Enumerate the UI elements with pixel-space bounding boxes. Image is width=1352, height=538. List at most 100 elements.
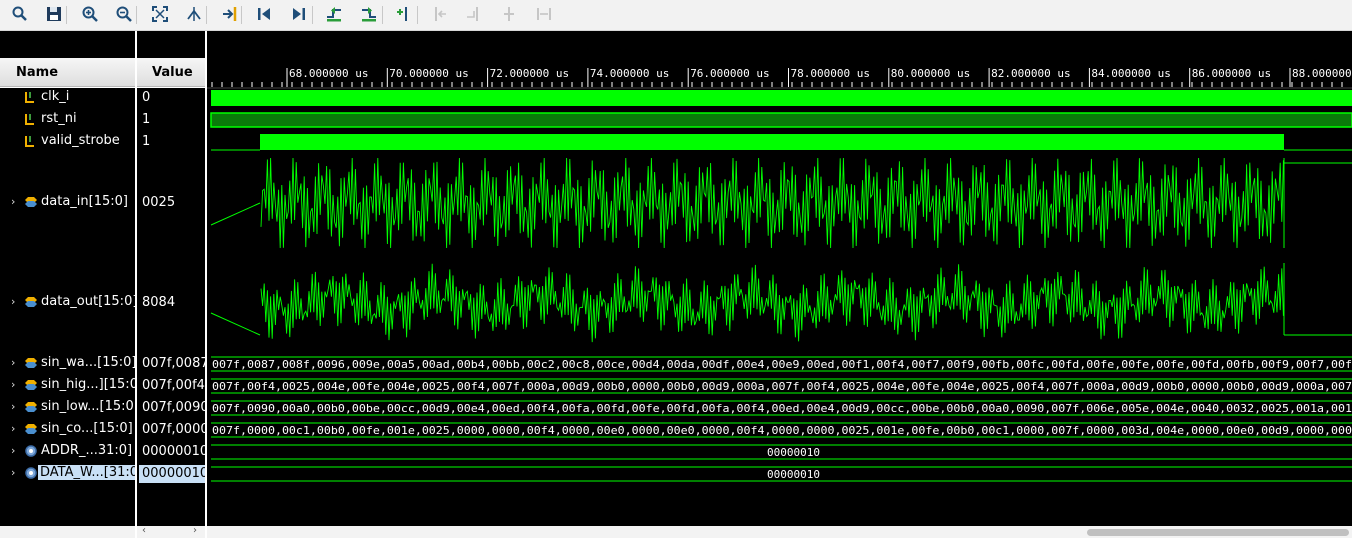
signal-row-8[interactable]: › sin_co...[15:0] [0,421,135,439]
bus-signal-icon [24,422,37,436]
signal-row-2[interactable]: valid_strobe [0,133,135,151]
toolbar-separator [241,6,242,24]
cursor-snap-button[interactable] [182,3,206,25]
timeline-tick-label: 76.000000 us [690,67,769,80]
signal-name: data_in[15:0] [41,194,128,209]
cursor-delta-button[interactable] [532,3,556,25]
go-to-start-icon [258,8,270,20]
next-transition-button[interactable] [357,3,381,25]
signal-name: DATA_W...[31:0 [38,465,141,480]
signal-row-4[interactable]: › data_out[15:0] [0,294,138,312]
signal-name: rst_ni [41,111,77,126]
save-button[interactable] [42,3,66,25]
signal-value: 007f,0090 [142,400,205,415]
timeline-tick-label: 78.000000 us [791,67,870,80]
bus-signal-icon [24,400,37,414]
bit-signal-icon [24,90,36,104]
expand-chevron-icon[interactable]: › [11,295,15,308]
zoom-fit-icon [152,6,168,22]
previous-marker-button[interactable] [427,3,451,25]
zoom-in-icon [82,6,98,22]
next-marker-icon [467,7,478,21]
signal-row-0[interactable]: clk_i [0,89,135,107]
value-panel-header-spacer [137,31,205,58]
expand-chevron-icon[interactable]: › [11,195,15,208]
timeline-tick-label: 88.000000 [1292,67,1352,80]
clk-waveform [211,90,1352,106]
bus-value-text: 007f,00f4,0025,004e,00fe,004e,0025,00f4,… [212,380,1352,393]
param-value-text: 00000010 [767,468,820,481]
scrollbar-thumb[interactable] [1087,529,1349,536]
signal-name: sin_wa...[15:0] [41,355,137,370]
signal-name: sin_co...[15:0] [41,421,133,436]
previous-transition-button[interactable] [322,3,346,25]
signal-value: 007f,0087 [142,356,205,371]
rst-waveform [210,112,1352,128]
signal-row-9[interactable]: › ADDR_...31:0] [0,443,135,461]
zoom-out-icon [116,6,132,22]
waveform-horizontal-scrollbar[interactable] [207,526,1352,538]
waveform-svg[interactable]: 68.000000 us 70.000000 us 72.000000 us 74.0… [207,31,1352,526]
signal-value-list: 0 1 1 0025 8084 007f,0087 007f,00f4, 007f,0090 0… [137,88,205,526]
next-transition-icon [362,7,376,22]
data-out-ramp [210,312,261,336]
signal-value: 007f,0000 [142,422,205,437]
go-to-cursor-button[interactable] [218,3,242,25]
expand-chevron-icon[interactable]: › [11,378,15,391]
search-button[interactable] [8,3,32,25]
bus-signal-icon [24,356,37,370]
expand-chevron-icon[interactable]: › [11,356,15,369]
signal-row-7[interactable]: › sin_low...[15:0] [0,399,139,417]
add-marker-icon [397,7,407,21]
signal-value: 1 [142,134,151,149]
signal-name: ADDR_...31:0] [41,443,133,458]
expand-chevron-icon[interactable]: › [11,444,15,457]
value-column-header[interactable]: Value [137,58,205,87]
timeline-tick-label: 72.000000 us [490,67,569,80]
go-to-end-button[interactable] [287,3,311,25]
add-marker-button[interactable] [392,3,416,25]
value-panel-scrollbar[interactable]: ‹ › [137,525,205,538]
signal-name-panel: Name clk_i rst_ni valid_strobe › data_in[15:… [0,31,147,538]
expand-chevron-icon[interactable]: › [11,400,15,413]
go-to-start-button[interactable] [252,3,276,25]
save-icon [47,7,61,21]
signal-row-3[interactable]: › data_in[15:0] [0,194,135,212]
signal-row-5[interactable]: › sin_wa...[15:0] [0,355,137,373]
signal-value: 1 [142,112,151,127]
bus-signal-icon [24,295,37,309]
parameter-icon [24,466,37,480]
bus-value-text: 007f,0090,00a0,00b0,00be,00cc,00d9,00e4,… [212,402,1352,415]
swap-cursors-button[interactable] [497,3,521,25]
signal-name: data_out[15:0] [41,294,138,309]
zoom-in-button[interactable] [78,3,102,25]
zoom-out-button[interactable] [112,3,136,25]
name-panel-header-spacer [0,31,135,58]
waveform-canvas[interactable]: 68.000000 us 70.000000 us 72.000000 us 74.0… [207,31,1352,538]
signal-value: 8084 [142,295,176,310]
signal-row-6[interactable]: › sin_hig...][15:0 [0,377,138,395]
scroll-left-icon[interactable]: ‹ [142,525,146,536]
bit-signal-icon [24,134,36,148]
scroll-right-icon[interactable]: › [193,525,197,536]
signal-row-1[interactable]: rst_ni [0,111,135,129]
toolbar-separator [417,6,418,24]
bus-value-text: 007f,0087,008f,0096,009e,00a5,00ad,00b4,… [212,358,1352,371]
timeline-tick-label: 70.000000 us [389,67,468,80]
expand-chevron-icon[interactable]: › [11,466,15,479]
expand-chevron-icon[interactable]: › [11,422,15,435]
next-marker-button[interactable] [462,3,486,25]
bus-signal-icon [24,378,37,392]
signal-name-list: clk_i rst_ni valid_strobe › data_in[15:0] › da… [0,88,141,526]
timeline-tick-label: 68.000000 us [289,67,368,80]
zoom-fit-button[interactable] [148,3,172,25]
name-panel-scrollbar[interactable]: ‹ [0,525,147,538]
signal-value: 0025 [142,195,176,210]
signal-row-10[interactable]: › DATA_W...[31:0 [0,465,141,483]
name-column-header[interactable]: Name [0,58,135,87]
param-value-text: 00000010 [767,446,820,459]
bus-signal-icon [24,195,37,209]
toolbar-separator [206,6,207,24]
bus-value-text: 007f,0000,00c1,00b0,00fe,001e,0025,0000,… [212,424,1352,437]
cursor-delta-icon [537,8,551,20]
